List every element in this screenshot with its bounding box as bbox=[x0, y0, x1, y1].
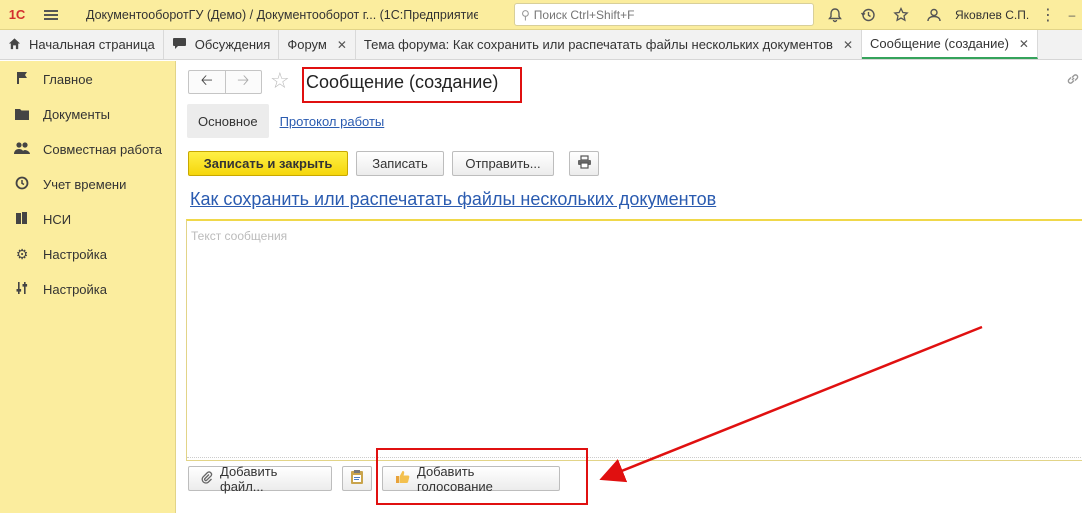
bell-icon[interactable] bbox=[818, 0, 851, 30]
gear-icon: ⚙ bbox=[15, 246, 29, 262]
link-icon[interactable] bbox=[1066, 72, 1080, 89]
sliders-icon bbox=[12, 281, 32, 298]
close-icon[interactable]: ✕ bbox=[843, 38, 853, 52]
paperclip-icon bbox=[201, 470, 213, 487]
send-button[interactable]: Отправить... bbox=[452, 151, 554, 176]
editor-divider bbox=[187, 457, 1082, 458]
app-title: ДокументооборотГУ (Демо) / Документообор… bbox=[86, 7, 478, 22]
tab-label: Начальная страница bbox=[29, 37, 155, 52]
save-and-close-button[interactable]: Записать и закрыть bbox=[188, 151, 348, 176]
sidebar-item-nsi[interactable]: НСИ bbox=[0, 202, 175, 237]
history-icon[interactable] bbox=[851, 0, 884, 30]
printer-icon bbox=[577, 155, 592, 172]
tab-label: Форум bbox=[287, 37, 327, 52]
tab-main[interactable]: Основное bbox=[187, 104, 269, 138]
message-text-input[interactable] bbox=[187, 221, 1082, 460]
sidebar-item-settings-2[interactable]: Настройка bbox=[0, 272, 175, 307]
top-actions bbox=[818, 0, 950, 30]
sidebar-item-documents[interactable]: Документы bbox=[0, 97, 175, 132]
clock-icon bbox=[12, 176, 32, 193]
forum-topic-link[interactable]: Как сохранить или распечатать файлы неск… bbox=[190, 189, 716, 210]
add-file-label: Добавить файл... bbox=[220, 463, 278, 494]
user-icon[interactable] bbox=[917, 0, 950, 30]
back-arrow-icon[interactable]: 🡠 bbox=[189, 71, 225, 93]
tab-work-log[interactable]: Протокол работы bbox=[269, 104, 396, 138]
save-button[interactable]: Записать bbox=[356, 151, 444, 176]
tab-discussions[interactable]: Обсуждения bbox=[164, 30, 280, 59]
people-icon bbox=[12, 141, 32, 158]
tab-forum-topic[interactable]: Тема форума: Как сохранить или распечата… bbox=[356, 30, 862, 59]
sidebar-item-label: Совместная работа bbox=[43, 142, 162, 157]
hamburger-icon bbox=[44, 9, 58, 20]
kebab-icon[interactable]: ⋮ bbox=[1038, 0, 1058, 30]
print-button[interactable] bbox=[569, 151, 599, 176]
sidebar-item-label: Настройка bbox=[43, 247, 107, 262]
form-area: 🡠 🡢 ☆ Сообщение (создание) Основное Прот… bbox=[177, 61, 1082, 513]
sidebar-item-label: Документы bbox=[43, 107, 111, 122]
annotation-highlight-vote bbox=[376, 448, 588, 505]
command-bar: Записать и закрыть Записать Отправить... bbox=[188, 151, 607, 176]
forward-arrow-icon[interactable]: 🡢 bbox=[224, 71, 262, 93]
history-navigation: 🡠 🡢 bbox=[188, 70, 262, 94]
tab-label: Тема форума: Как сохранить или распечата… bbox=[363, 37, 833, 52]
flag-icon bbox=[12, 71, 32, 88]
open-tabs-bar: Начальная страница Обсуждения Форум ✕ Те… bbox=[0, 30, 1082, 60]
home-icon bbox=[8, 37, 21, 53]
search-input[interactable] bbox=[533, 7, 794, 22]
sidebar-item-label: НСИ bbox=[43, 212, 72, 227]
tab-message-create[interactable]: Сообщение (создание) ✕ bbox=[862, 30, 1038, 59]
books-icon bbox=[12, 211, 32, 228]
close-icon[interactable]: ✕ bbox=[1019, 37, 1029, 51]
main-menu-button[interactable] bbox=[34, 0, 68, 30]
tab-home[interactable]: Начальная страница bbox=[0, 30, 164, 59]
global-search[interactable]: ⚲ bbox=[514, 3, 814, 26]
close-icon[interactable]: ✕ bbox=[337, 38, 347, 52]
sections-sidebar: Главное Документы Совместная работа Учет… bbox=[0, 61, 176, 513]
tab-forum[interactable]: Форум ✕ bbox=[279, 30, 356, 59]
folder-icon bbox=[12, 107, 32, 123]
sidebar-item-label: Учет времени bbox=[43, 177, 127, 192]
user-name[interactable]: Яковлев С.П. bbox=[955, 8, 1029, 22]
search-icon: ⚲ bbox=[521, 7, 530, 22]
star-icon[interactable] bbox=[884, 0, 917, 30]
tab-label: Обсуждения bbox=[194, 37, 271, 52]
tab-label: Сообщение (создание) bbox=[870, 36, 1009, 51]
message-text-area bbox=[186, 219, 1082, 461]
chat-icon bbox=[172, 37, 187, 53]
add-file-button[interactable]: Добавить файл... bbox=[188, 463, 332, 494]
sidebar-item-collaboration[interactable]: Совместная работа bbox=[0, 132, 175, 167]
sidebar-item-main[interactable]: Главное bbox=[0, 62, 175, 97]
sidebar-item-settings[interactable]: ⚙ Настройка bbox=[0, 237, 175, 272]
sidebar-item-label: Главное bbox=[43, 72, 93, 87]
form-section-tabs: Основное Протокол работы bbox=[187, 104, 395, 138]
clipboard-icon bbox=[349, 469, 365, 488]
clipboard-button[interactable] bbox=[342, 466, 372, 491]
sidebar-item-label: Настройка bbox=[43, 282, 107, 297]
favorite-star-icon[interactable]: ☆ bbox=[270, 68, 290, 94]
minimize-icon[interactable]: – bbox=[1062, 0, 1082, 30]
app-logo[interactable]: 1С bbox=[0, 0, 34, 30]
sidebar-item-time-tracking[interactable]: Учет времени bbox=[0, 167, 175, 202]
annotation-highlight-title bbox=[302, 67, 522, 103]
